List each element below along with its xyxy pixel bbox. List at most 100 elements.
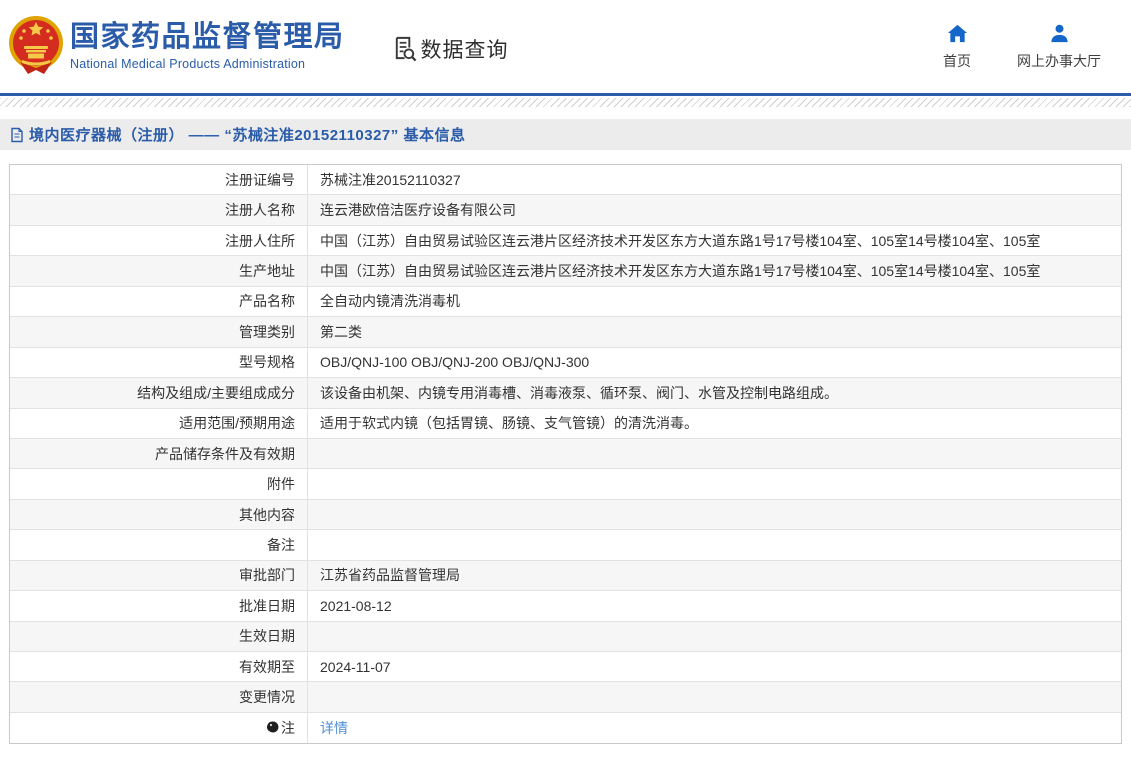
row-value: 江苏省药品监督管理局 (320, 565, 460, 585)
header-divider (0, 93, 1131, 96)
note-icon (267, 721, 279, 735)
table-row: 产品储存条件及有效期 (10, 439, 1121, 469)
table-row: 注册证编号 苏械注准20152110327 (10, 165, 1121, 195)
row-label: 结构及组成/主要组成成分 (137, 383, 295, 403)
row-value-cell: 2021-08-12 (308, 591, 1121, 620)
breadcrumb-text: 境内医疗器械（注册） —— “苏械注准20152110327” 基本信息 (29, 124, 465, 145)
nav-service-hall-label: 网上办事大厅 (1017, 51, 1101, 71)
row-label: 附件 (267, 474, 295, 494)
table-row: 生产地址 中国（江苏）自由贸易试验区连云港片区经济技术开发区东方大道东路1号17… (10, 256, 1121, 286)
row-value: 2021-08-12 (320, 598, 392, 614)
row-label: 生效日期 (239, 626, 295, 646)
table-row: 注 详情 (10, 713, 1121, 743)
row-label-cell: 型号规格 (10, 348, 308, 377)
nav-service-hall[interactable]: 网上办事大厅 (1017, 23, 1101, 71)
row-value-cell (308, 622, 1121, 651)
row-value: 2024-11-07 (320, 659, 391, 675)
row-value-cell: 详情 (308, 713, 1121, 743)
row-value: 中国（江苏）自由贸易试验区连云港片区经济技术开发区东方大道东路1号17号楼104… (320, 261, 1040, 281)
table-row: 备注 (10, 530, 1121, 560)
row-label: 注册证编号 (225, 170, 295, 190)
row-label: 注册人名称 (225, 200, 295, 220)
data-query-icon (391, 35, 418, 62)
row-label-cell: 结构及组成/主要组成成分 (10, 378, 308, 407)
document-icon (10, 127, 24, 143)
row-label-cell: 附件 (10, 469, 308, 498)
row-value-cell: 中国（江苏）自由贸易试验区连云港片区经济技术开发区东方大道东路1号17号楼104… (308, 256, 1121, 285)
row-label: 产品储存条件及有效期 (155, 444, 295, 464)
row-value: 适用于软式内镜（包括胃镜、肠镜、支气管镜）的清洗消毒。 (320, 413, 698, 433)
row-label: 生产地址 (239, 261, 295, 281)
row-value-cell: 江苏省药品监督管理局 (308, 561, 1121, 590)
header-nav: 首页 网上办事大厅 (943, 23, 1101, 71)
row-value-cell: 该设备由机架、内镜专用消毒槽、消毒液泵、循环泵、阀门、水管及控制电路组成。 (308, 378, 1121, 407)
table-row: 适用范围/预期用途 适用于软式内镜（包括胃镜、肠镜、支气管镜）的清洗消毒。 (10, 409, 1121, 439)
row-value: OBJ/QNJ-100 OBJ/QNJ-200 OBJ/QNJ-300 (320, 354, 589, 370)
row-value: 连云港欧倍洁医疗设备有限公司 (320, 200, 516, 220)
row-label-cell: 备注 (10, 530, 308, 559)
row-label: 审批部门 (239, 565, 295, 585)
table-row: 有效期至 2024-11-07 (10, 652, 1121, 682)
site-logo[interactable]: 国家药品监督管理局 National Medical Products Admi… (8, 14, 345, 80)
row-label-cell: 注册人住所 (10, 226, 308, 255)
row-value-cell (308, 530, 1121, 559)
row-label-cell: 审批部门 (10, 561, 308, 590)
row-label-cell: 注册证编号 (10, 165, 308, 194)
row-label: 备注 (267, 535, 295, 555)
table-row: 产品名称 全自动内镜清洗消毒机 (10, 287, 1121, 317)
row-value-cell (308, 469, 1121, 498)
site-title-en: National Medical Products Administration (70, 57, 345, 71)
row-label-cell: 注 (10, 713, 308, 743)
registration-info-table: 注册证编号 苏械注准20152110327 注册人名称 连云港欧倍洁医疗设备有限… (9, 164, 1122, 744)
row-value-cell: 中国（江苏）自由贸易试验区连云港片区经济技术开发区东方大道东路1号17号楼104… (308, 226, 1121, 255)
row-value-cell: 第二类 (308, 317, 1121, 346)
row-label-cell: 其他内容 (10, 500, 308, 529)
row-label-cell: 适用范围/预期用途 (10, 409, 308, 438)
row-label-cell: 注册人名称 (10, 195, 308, 224)
row-value: 苏械注准20152110327 (320, 170, 461, 190)
hatch-stripe-band (0, 98, 1131, 107)
row-label-cell: 生效日期 (10, 622, 308, 651)
row-label: 有效期至 (239, 657, 295, 677)
table-row: 其他内容 (10, 500, 1121, 530)
nav-home[interactable]: 首页 (943, 23, 971, 71)
table-row: 注册人住所 中国（江苏）自由贸易试验区连云港片区经济技术开发区东方大道东路1号1… (10, 226, 1121, 256)
nav-home-label: 首页 (943, 51, 971, 71)
national-emblem-icon (8, 14, 64, 80)
row-value: 全自动内镜清洗消毒机 (320, 291, 460, 311)
row-label-cell: 管理类别 (10, 317, 308, 346)
row-value: 中国（江苏）自由贸易试验区连云港片区经济技术开发区东方大道东路1号17号楼104… (320, 231, 1040, 251)
home-icon (947, 23, 968, 44)
table-row: 管理类别 第二类 (10, 317, 1121, 347)
breadcrumb: 境内医疗器械（注册） —— “苏械注准20152110327” 基本信息 (0, 119, 1131, 150)
data-query-section[interactable]: 数据查询 (391, 34, 509, 64)
site-title-cn: 国家药品监督管理局 (70, 22, 345, 54)
row-label: 型号规格 (239, 352, 295, 372)
site-header: 国家药品监督管理局 National Medical Products Admi… (0, 0, 1131, 93)
row-label-cell: 产品名称 (10, 287, 308, 316)
table-row: 批准日期 2021-08-12 (10, 591, 1121, 621)
table-row: 审批部门 江苏省药品监督管理局 (10, 561, 1121, 591)
detail-link[interactable]: 详情 (320, 718, 348, 738)
row-value-cell: OBJ/QNJ-100 OBJ/QNJ-200 OBJ/QNJ-300 (308, 348, 1121, 377)
user-icon (1049, 23, 1070, 44)
table-row: 生效日期 (10, 622, 1121, 652)
row-value-cell: 全自动内镜清洗消毒机 (308, 287, 1121, 316)
row-value: 第二类 (320, 322, 362, 342)
row-label: 管理类别 (239, 322, 295, 342)
row-label: 注 (281, 718, 295, 738)
row-value-cell: 适用于软式内镜（包括胃镜、肠镜、支气管镜）的清洗消毒。 (308, 409, 1121, 438)
row-value-cell (308, 500, 1121, 529)
row-value-cell: 2024-11-07 (308, 652, 1121, 681)
table-row: 注册人名称 连云港欧倍洁医疗设备有限公司 (10, 195, 1121, 225)
row-label-cell: 批准日期 (10, 591, 308, 620)
row-value-cell (308, 682, 1121, 711)
row-label-cell: 有效期至 (10, 652, 308, 681)
table-row: 型号规格 OBJ/QNJ-100 OBJ/QNJ-200 OBJ/QNJ-300 (10, 348, 1121, 378)
row-label-cell: 生产地址 (10, 256, 308, 285)
row-value: 该设备由机架、内镜专用消毒槽、消毒液泵、循环泵、阀门、水管及控制电路组成。 (320, 383, 838, 403)
row-label: 注册人住所 (225, 231, 295, 251)
row-label-cell: 产品储存条件及有效期 (10, 439, 308, 468)
row-label: 产品名称 (239, 291, 295, 311)
table-row: 附件 (10, 469, 1121, 499)
